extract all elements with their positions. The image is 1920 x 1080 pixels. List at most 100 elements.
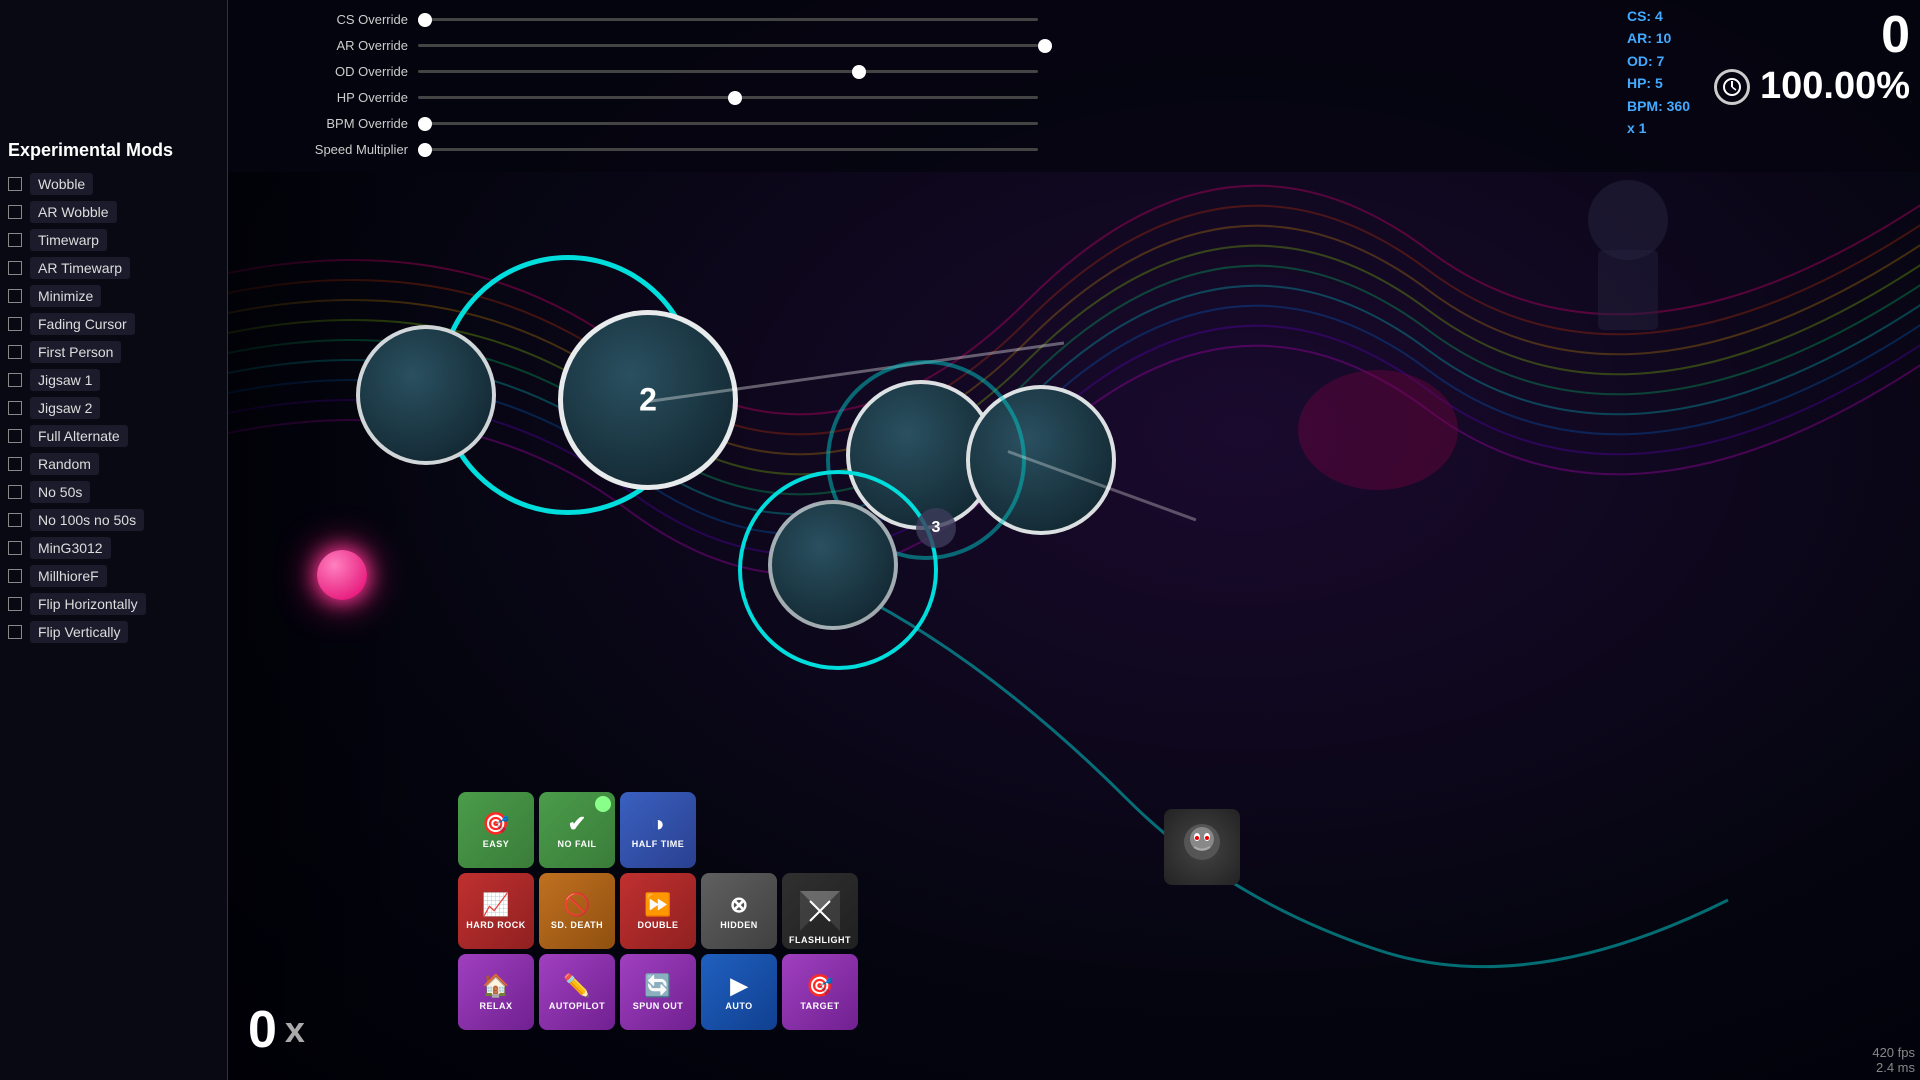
mod-btn-flashlight[interactable]: FLASHLIGHT xyxy=(782,873,858,949)
no-fail-label: NO FAIL xyxy=(558,839,597,849)
mod-item-full-alternate[interactable]: Full Alternate xyxy=(8,425,219,447)
mod-item-jigsaw2[interactable]: Jigsaw 2 xyxy=(8,397,219,419)
mod-checkbox-minimize[interactable] xyxy=(8,289,22,303)
mod-checkbox-ar-timewarp[interactable] xyxy=(8,261,22,275)
hidden-label: HIDDEN xyxy=(720,920,758,930)
slider-label-5: Speed Multiplier xyxy=(248,142,408,157)
double-label: DOUBLE xyxy=(638,920,679,930)
mod-btn-double[interactable]: ⏩ DOUBLE xyxy=(620,873,696,949)
mod-label-millhioref: MillhioreF xyxy=(30,565,107,587)
spun-out-icon: 🔄 xyxy=(644,973,671,999)
mod-item-no-100s-50s[interactable]: No 100s no 50s xyxy=(8,509,219,531)
mod-item-first-person[interactable]: First Person xyxy=(8,341,219,363)
mod-item-ar-timewarp[interactable]: AR Timewarp xyxy=(8,257,219,279)
mod-checkbox-wobble[interactable] xyxy=(8,177,22,191)
mod-item-fading-cursor[interactable]: Fading Cursor xyxy=(8,313,219,335)
double-icon: ⏩ xyxy=(644,892,671,918)
slider-track-1[interactable] xyxy=(418,44,1038,47)
mod-btn-autopilot[interactable]: ✏️ AUTOPILOT xyxy=(539,954,615,1030)
mod-label-no-100s-50s: No 100s no 50s xyxy=(30,509,144,531)
slider-label-3: HP Override xyxy=(248,90,408,105)
slider-label-2: OD Override xyxy=(248,64,408,79)
mod-label-no-50s: No 50s xyxy=(30,481,90,503)
slider-track-3[interactable] xyxy=(418,96,1038,99)
mod-checkbox-no-50s[interactable] xyxy=(8,485,22,499)
mod-checkbox-ar-wobble[interactable] xyxy=(8,205,22,219)
mod-checkbox-flip-h[interactable] xyxy=(8,597,22,611)
mod-label-first-person: First Person xyxy=(30,341,121,363)
multiplier: x xyxy=(285,1009,305,1051)
mod-btn-target[interactable]: 🎯 TARGET xyxy=(782,954,858,1030)
slider-track-5[interactable] xyxy=(418,148,1038,151)
sudden-death-label: SD. DEATH xyxy=(551,920,603,930)
mod-label-flip-v: Flip Vertically xyxy=(30,621,128,643)
slider-thumb-4[interactable] xyxy=(418,117,432,131)
mod-btn-relax[interactable]: 🏠 RELAX xyxy=(458,954,534,1030)
slider-thumb-3[interactable] xyxy=(728,91,742,105)
fps-value: 420 fps xyxy=(1872,1045,1915,1060)
slider-track-4[interactable] xyxy=(418,122,1038,125)
mod-checkbox-timewarp[interactable] xyxy=(8,233,22,247)
target-label: TARGET xyxy=(800,1001,839,1011)
auto-label: AUTO xyxy=(725,1001,752,1011)
mod-checkbox-full-alternate[interactable] xyxy=(8,429,22,443)
mod-checkbox-random[interactable] xyxy=(8,457,22,471)
mod-btn-no-fail[interactable]: ✔ NO FAIL xyxy=(539,792,615,868)
mod-label-fading-cursor: Fading Cursor xyxy=(30,313,135,335)
mod-item-ming3012[interactable]: MinG3012 xyxy=(8,537,219,559)
mod-checkbox-flip-v[interactable] xyxy=(8,625,22,639)
no-fail-icon: ✔ xyxy=(568,811,586,837)
slider-track-2[interactable] xyxy=(418,70,1038,73)
mod-checkbox-jigsaw2[interactable] xyxy=(8,401,22,415)
slider-label-4: BPM Override xyxy=(248,116,408,131)
mod-btn-half-time[interactable]: ◑ HALF TIME xyxy=(620,792,696,868)
mod-item-timewarp[interactable]: Timewarp xyxy=(8,229,219,251)
mod-checkbox-ming3012[interactable] xyxy=(8,541,22,555)
slider-thumb-2[interactable] xyxy=(852,65,866,79)
ms-value: 2.4 ms xyxy=(1872,1060,1915,1075)
slider-label-0: CS Override xyxy=(248,12,408,27)
mod-item-flip-h[interactable]: Flip Horizontally xyxy=(8,593,219,615)
mod-item-no-50s[interactable]: No 50s xyxy=(8,481,219,503)
mod-btn-spun-out[interactable]: 🔄 SPUN OUT xyxy=(620,954,696,1030)
mod-item-flip-v[interactable]: Flip Vertically xyxy=(8,621,219,643)
slider-track-0[interactable] xyxy=(418,18,1038,21)
portrait-svg xyxy=(1172,817,1232,877)
mod-item-millhioref[interactable]: MillhioreF xyxy=(8,565,219,587)
clock-icon xyxy=(1722,77,1742,97)
mod-item-wobble[interactable]: Wobble xyxy=(8,173,219,195)
mod-checkbox-fading-cursor[interactable] xyxy=(8,317,22,331)
mod-item-random[interactable]: Random xyxy=(8,453,219,475)
approach-circle-3 xyxy=(738,470,938,670)
mod-btn-easy[interactable]: 🎯 EASY xyxy=(458,792,534,868)
autopilot-label: AUTOPILOT xyxy=(549,1001,605,1011)
mod-label-ar-wobble: AR Wobble xyxy=(30,201,117,223)
mod-btn-hard-rock[interactable]: 📈 HARD ROCK xyxy=(458,873,534,949)
hard-rock-label: HARD ROCK xyxy=(466,920,526,930)
slider-thumb-5[interactable] xyxy=(418,143,432,157)
mod-label-flip-h: Flip Horizontally xyxy=(30,593,146,615)
flashlight-label: FLASHLIGHT xyxy=(789,935,851,945)
accuracy-icon xyxy=(1714,69,1750,105)
bpm-stat: BPM: 360 xyxy=(1627,95,1690,117)
mod-checkbox-jigsaw1[interactable] xyxy=(8,373,22,387)
mod-checkbox-first-person[interactable] xyxy=(8,345,22,359)
bottom-score-value: 0 xyxy=(248,1000,277,1060)
mod-item-jigsaw1[interactable]: Jigsaw 1 xyxy=(8,369,219,391)
hard-rock-icon: 📈 xyxy=(482,892,509,918)
half-time-icon: ◑ xyxy=(651,811,664,837)
sudden-death-icon: 🚫 xyxy=(563,892,590,918)
slider-thumb-0[interactable] xyxy=(418,13,432,27)
accuracy-row: 100.00% xyxy=(1714,65,1910,108)
mod-btn-sudden-death[interactable]: 🚫 SD. DEATH xyxy=(539,873,615,949)
mod-btn-hidden[interactable]: ⊗ HIDDEN xyxy=(701,873,777,949)
mod-label-full-alternate: Full Alternate xyxy=(30,425,128,447)
auto-icon: ▶ xyxy=(731,973,748,999)
slider-thumb-1[interactable] xyxy=(1038,39,1052,53)
mod-btn-auto[interactable]: ▶ AUTO xyxy=(701,954,777,1030)
mod-checkbox-no-100s-50s[interactable] xyxy=(8,513,22,527)
mod-checkbox-millhioref[interactable] xyxy=(8,569,22,583)
mod-item-minimize[interactable]: Minimize xyxy=(8,285,219,307)
mod-label-wobble: Wobble xyxy=(30,173,93,195)
mod-item-ar-wobble[interactable]: AR Wobble xyxy=(8,201,219,223)
